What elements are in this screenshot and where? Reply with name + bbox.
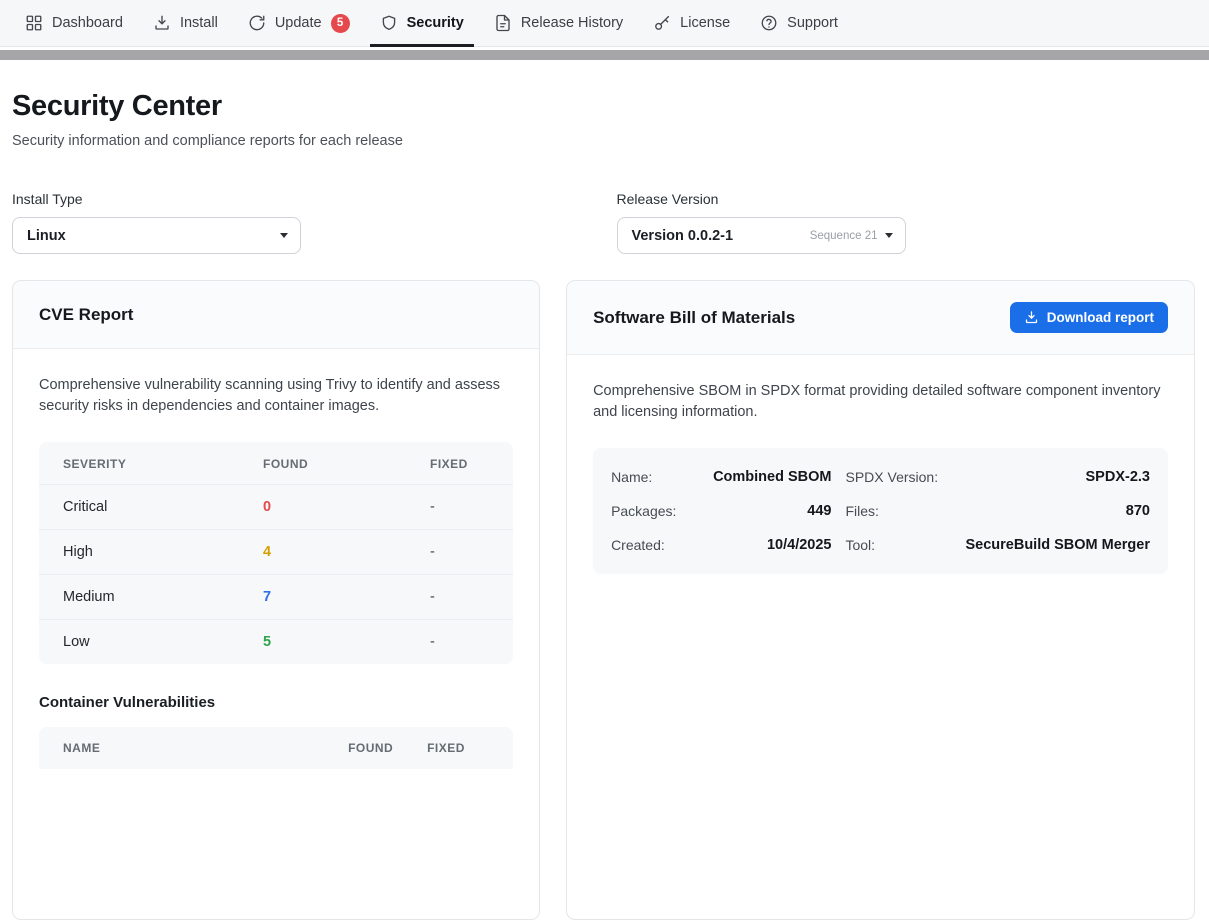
sbom-info-value: 10/4/2025 [713,528,831,562]
nav-tab-label: Dashboard [52,15,123,31]
sbom-info-label: Name: [611,460,699,494]
sbom-info-value: SecureBuild SBOM Merger [965,528,1150,562]
severity-table-header: SEVERITY FOUND FIXED [39,442,513,484]
nav-tab-security[interactable]: Security [365,0,479,46]
chevron-down-icon [885,233,893,238]
sbom-info-label: Files: [845,494,951,528]
sbom-info-label: SPDX Version: [845,460,951,494]
nav-tab-support[interactable]: Support [745,0,853,46]
container-vulnerabilities-title: Container Vulnerabilities [39,694,513,711]
sbom-description: Comprehensive SBOM in SPDX format provid… [593,381,1168,424]
fixed-col-header: FIXED [427,741,489,755]
nav-tab-dashboard[interactable]: Dashboard [10,0,138,46]
table-row: High 4 - [39,529,513,574]
cve-report-card: CVE Report Comprehensive vulnerability s… [12,280,540,920]
top-navigation: Dashboard Install Update 5 Security [0,0,1209,47]
sbom-card-title: Software Bill of Materials [593,308,795,328]
severity-name: Medium [63,589,263,605]
nav-tab-label: Update [275,15,322,31]
page-title: Security Center [12,90,1195,123]
fixed-count: - [430,589,489,605]
nav-tab-license[interactable]: License [638,0,745,46]
download-icon [1024,310,1039,325]
nav-tab-update[interactable]: Update 5 [233,0,365,46]
severity-col-header: SEVERITY [63,457,263,471]
sbom-card-body: Comprehensive SBOM in SPDX format provid… [567,355,1194,600]
sbom-card: Software Bill of Materials Download repo… [566,280,1195,920]
nav-tab-install[interactable]: Install [138,0,233,46]
fixed-col-header: FIXED [430,457,489,471]
cve-card-header: CVE Report [13,281,539,349]
cards-row: CVE Report Comprehensive vulnerability s… [12,280,1195,920]
severity-table: SEVERITY FOUND FIXED Critical 0 - High 4… [39,442,513,664]
table-row: Critical 0 - [39,484,513,529]
found-count: 7 [263,589,430,605]
release-history-file-icon [494,14,512,32]
release-sequence-text: Sequence 21 [810,230,878,242]
security-shield-icon [380,14,398,32]
table-row: Medium 7 - [39,574,513,619]
sbom-info-value: 870 [965,494,1150,528]
cve-card-title: CVE Report [39,305,133,325]
sbom-info-value: SPDX-2.3 [965,460,1150,494]
nav-tab-label: Install [180,15,218,31]
found-count: 4 [263,544,430,560]
name-col-header: NAME [63,741,348,755]
dashboard-grid-icon [25,14,43,32]
fixed-count: - [430,634,489,650]
container-vulnerabilities-table-header: NAME FOUND FIXED [39,727,513,769]
nav-tab-label: License [680,15,730,31]
cve-description: Comprehensive vulnerability scanning usi… [39,375,513,418]
install-type-select[interactable]: Linux [12,217,301,254]
license-key-icon [653,14,671,32]
sbom-info-label: Packages: [611,494,699,528]
release-version-label: Release Version [617,191,1196,207]
gray-divider-bar [0,50,1209,60]
install-type-filter: Install Type Linux [12,191,591,254]
sbom-info-value: Combined SBOM [713,460,831,494]
sbom-info-grid: Name: Combined SBOM SPDX Version: SPDX-2… [593,448,1168,574]
sbom-card-header: Software Bill of Materials Download repo… [567,281,1194,355]
nav-tab-label: Support [787,15,838,31]
fixed-count: - [430,499,489,515]
page-subtitle: Security information and compliance repo… [12,133,1195,149]
sbom-info-label: Created: [611,528,699,562]
main-content: Security Center Security information and… [0,60,1209,920]
severity-name: High [63,544,263,560]
found-col-header: FOUND [263,457,430,471]
update-count-badge: 5 [331,14,350,33]
nav-tab-release-history[interactable]: Release History [479,0,638,46]
filters-row: Install Type Linux Release Version Versi… [12,191,1195,254]
cve-card-body: Comprehensive vulnerability scanning usi… [13,349,539,795]
severity-name: Critical [63,499,263,515]
download-report-button[interactable]: Download report [1010,302,1168,333]
release-version-value: Version 0.0.2-1 [632,228,810,244]
severity-name: Low [63,634,263,650]
install-download-icon [153,14,171,32]
update-refresh-icon [248,14,266,32]
install-type-value: Linux [27,228,280,244]
found-count: 5 [263,634,430,650]
release-version-filter: Release Version Version 0.0.2-1 Sequence… [617,191,1196,254]
nav-tab-label: Security [407,15,464,31]
fixed-count: - [430,544,489,560]
sbom-info-value: 449 [713,494,831,528]
install-type-label: Install Type [12,191,591,207]
support-help-icon [760,14,778,32]
sbom-info-label: Tool: [845,528,951,562]
found-col-header: FOUND [348,741,427,755]
chevron-down-icon [280,233,288,238]
found-count: 0 [263,499,430,515]
nav-tab-label: Release History [521,15,623,31]
download-report-label: Download report [1047,310,1154,325]
table-row: Low 5 - [39,619,513,664]
release-version-select[interactable]: Version 0.0.2-1 Sequence 21 [617,217,906,254]
